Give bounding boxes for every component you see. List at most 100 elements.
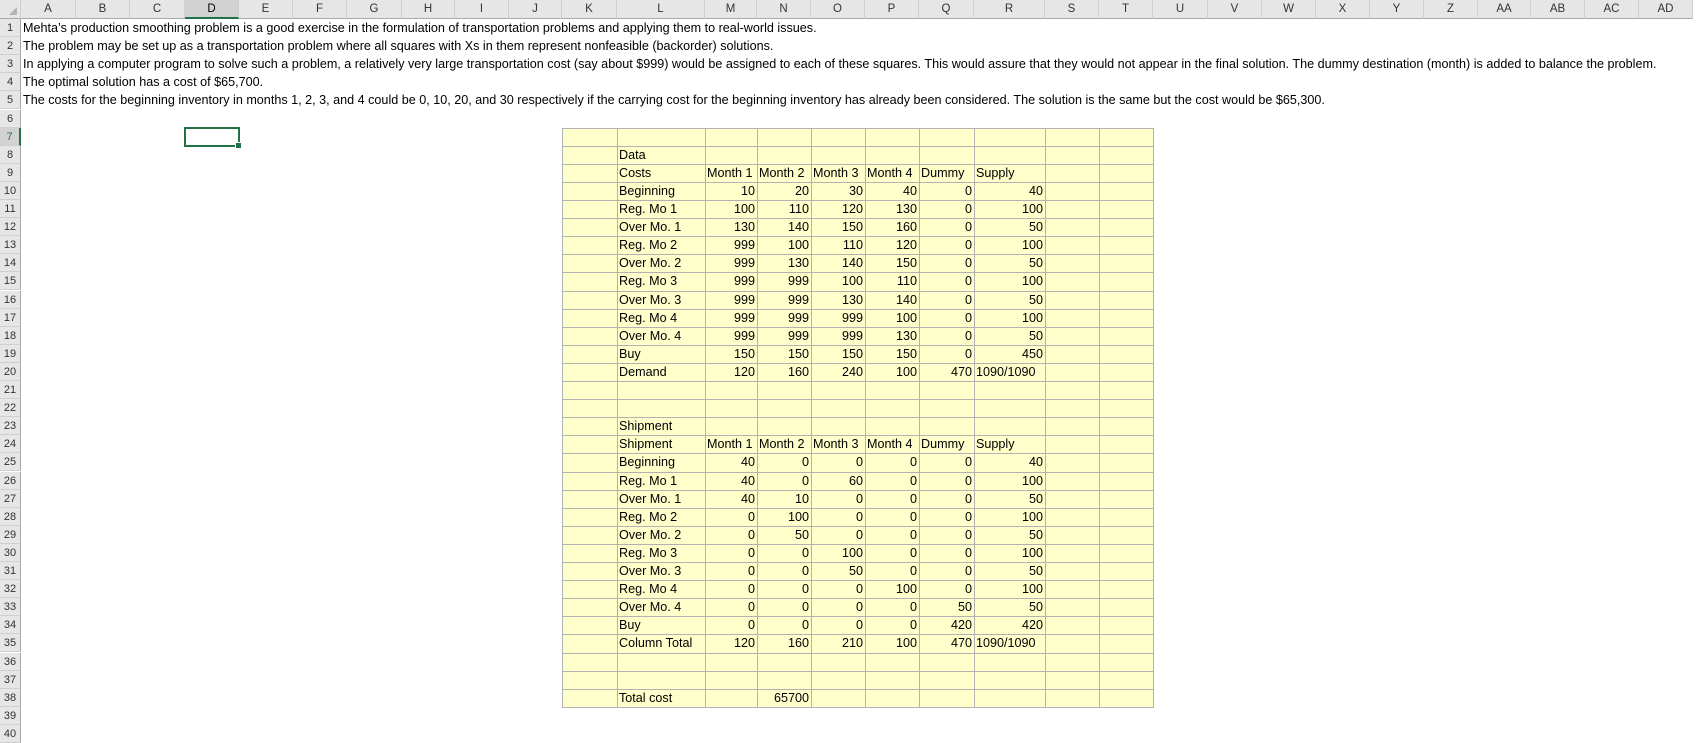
row-header-25[interactable]: 25	[0, 453, 21, 472]
shipment-table-value-cell[interactable]: 0	[757, 616, 811, 634]
costs-table-value-cell[interactable]: 130	[705, 218, 757, 236]
column-header-c[interactable]: C	[130, 0, 185, 19]
row-header-40[interactable]: 40	[0, 724, 21, 743]
column-header-z[interactable]: Z	[1424, 0, 1478, 19]
costs-table-value-cell[interactable]: 100	[811, 272, 865, 290]
shipment-table-value-cell[interactable]: 0	[865, 508, 919, 526]
row-header-17[interactable]: 17	[0, 308, 21, 327]
costs-table-value-cell[interactable]: 160	[865, 218, 919, 236]
costs-table-value-cell[interactable]: 50	[974, 327, 1045, 345]
costs-table-value-cell[interactable]: 0	[919, 182, 974, 200]
row-header-5[interactable]: 5	[0, 91, 21, 110]
costs-table-value-cell[interactable]: 110	[865, 272, 919, 290]
costs-table-value-cell[interactable]: 150	[811, 218, 865, 236]
costs-table-value-cell[interactable]: 999	[757, 327, 811, 345]
costs-table-value-cell[interactable]: 120	[865, 236, 919, 254]
costs-table-value-cell[interactable]: 0	[919, 327, 974, 345]
shipment-table-row-label[interactable]: Reg. Mo 3	[617, 544, 705, 562]
shipment-table-value-cell[interactable]: 0	[757, 453, 811, 471]
shipment-table-value-cell[interactable]: 0	[705, 616, 757, 634]
shipment-table-value-cell[interactable]: 0	[705, 544, 757, 562]
row-header-12[interactable]: 12	[0, 218, 21, 237]
column-header-ac[interactable]: AC	[1585, 0, 1639, 19]
row-header-16[interactable]: 16	[0, 290, 21, 309]
costs-table-total-cell[interactable]: 1090/1090	[974, 363, 1045, 381]
row-header-33[interactable]: 33	[0, 598, 21, 617]
costs-table-value-cell[interactable]: 110	[811, 236, 865, 254]
costs-table-value-cell[interactable]: 0	[919, 291, 974, 309]
shipment-table-value-cell[interactable]: 100	[974, 580, 1045, 598]
shipment-table-value-cell[interactable]: 40	[974, 453, 1045, 471]
column-header-f[interactable]: F	[293, 0, 347, 19]
shipment-table-total-cell[interactable]: 120	[705, 634, 757, 652]
shipment-table-value-cell[interactable]: 0	[865, 598, 919, 616]
costs-table-value-cell[interactable]: 50	[974, 254, 1045, 272]
column-header-p[interactable]: P	[865, 0, 919, 19]
costs-table-value-cell[interactable]: 30	[811, 182, 865, 200]
row-header-10[interactable]: 10	[0, 181, 21, 200]
shipment-table-total-cell[interactable]: 160	[757, 634, 811, 652]
costs-table-value-cell[interactable]: 130	[757, 254, 811, 272]
shipment-table-value-cell[interactable]: 50	[919, 598, 974, 616]
row-header-9[interactable]: 9	[0, 163, 21, 182]
shipment-table-value-cell[interactable]: 0	[919, 453, 974, 471]
shipment-table-value-cell[interactable]: 0	[919, 490, 974, 508]
row-header-11[interactable]: 11	[0, 200, 21, 219]
costs-table-row-label[interactable]: Over Mo. 3	[617, 291, 705, 309]
costs-table-value-cell[interactable]: 100	[974, 236, 1045, 254]
row-header-26[interactable]: 26	[0, 471, 21, 490]
shipment-table-row-label[interactable]: Reg. Mo 2	[617, 508, 705, 526]
shipment-table-value-cell[interactable]: 0	[919, 580, 974, 598]
column-header-b[interactable]: B	[76, 0, 130, 19]
shipment-table-value-cell[interactable]: 0	[811, 453, 865, 471]
shipment-table-value-cell[interactable]: 0	[811, 508, 865, 526]
shipment-table-value-cell[interactable]: 0	[865, 616, 919, 634]
shipment-table-value-cell[interactable]: 0	[757, 472, 811, 490]
column-header-q[interactable]: Q	[919, 0, 974, 19]
column-header-x[interactable]: X	[1316, 0, 1370, 19]
row-header-29[interactable]: 29	[0, 525, 21, 544]
row-header-21[interactable]: 21	[0, 381, 21, 400]
costs-table-column-header[interactable]: Dummy	[919, 164, 974, 182]
costs-table-value-cell[interactable]: 0	[919, 309, 974, 327]
row-header-8[interactable]: 8	[0, 145, 21, 164]
column-header-ad[interactable]: AD	[1639, 0, 1693, 19]
row-header-19[interactable]: 19	[0, 344, 21, 363]
costs-table-column-header[interactable]: Month 3	[811, 164, 865, 182]
costs-table-value-cell[interactable]: 120	[811, 200, 865, 218]
costs-table-value-cell[interactable]: 999	[705, 309, 757, 327]
column-header-u[interactable]: U	[1153, 0, 1208, 19]
shipment-table-column-header[interactable]: Supply	[974, 435, 1045, 453]
costs-table-value-cell[interactable]: 0	[919, 254, 974, 272]
shipment-table-value-cell[interactable]: 50	[974, 490, 1045, 508]
costs-table-value-cell[interactable]: 20	[757, 182, 811, 200]
costs-table-value-cell[interactable]: 999	[757, 309, 811, 327]
costs-table-column-header[interactable]: Month 1	[705, 164, 757, 182]
costs-table-value-cell[interactable]: 130	[811, 291, 865, 309]
shipment-table-value-cell[interactable]: 0	[811, 580, 865, 598]
costs-table-row-label[interactable]: Over Mo. 2	[617, 254, 705, 272]
costs-table-value-cell[interactable]: 999	[705, 272, 757, 290]
costs-table-value-cell[interactable]: 0	[919, 200, 974, 218]
column-header-v[interactable]: V	[1208, 0, 1262, 19]
costs-table-value-cell[interactable]: 150	[865, 254, 919, 272]
row-header-14[interactable]: 14	[0, 254, 21, 273]
shipment-table-row-label[interactable]: Reg. Mo 4	[617, 580, 705, 598]
costs-table-row-label[interactable]: Reg. Mo 2	[617, 236, 705, 254]
row-header-24[interactable]: 24	[0, 435, 21, 454]
costs-table-value-cell[interactable]: 450	[974, 345, 1045, 363]
row-header-30[interactable]: 30	[0, 543, 21, 562]
shipment-table-value-cell[interactable]: 0	[865, 453, 919, 471]
shipment-table-value-cell[interactable]: 50	[974, 526, 1045, 544]
costs-table-row-label[interactable]: Beginning	[617, 182, 705, 200]
costs-table-value-cell[interactable]: 100	[757, 236, 811, 254]
shipment-table-value-cell[interactable]: 100	[974, 508, 1045, 526]
costs-table-value-cell[interactable]: 0	[919, 236, 974, 254]
shipment-table-value-cell[interactable]: 0	[757, 580, 811, 598]
spreadsheet-grid[interactable]: A B C D E F G H I J K L M N O P Q R S T U V W X Y Z AA AB AC AD 1 2 3 4 5 6…	[0, 0, 1706, 743]
row-header-37[interactable]: 37	[0, 670, 21, 689]
costs-table-value-cell[interactable]: 130	[865, 200, 919, 218]
shipment-table-value-cell[interactable]: 0	[919, 544, 974, 562]
costs-table-row-label[interactable]: Reg. Mo 4	[617, 309, 705, 327]
costs-table-value-cell[interactable]: 150	[865, 345, 919, 363]
